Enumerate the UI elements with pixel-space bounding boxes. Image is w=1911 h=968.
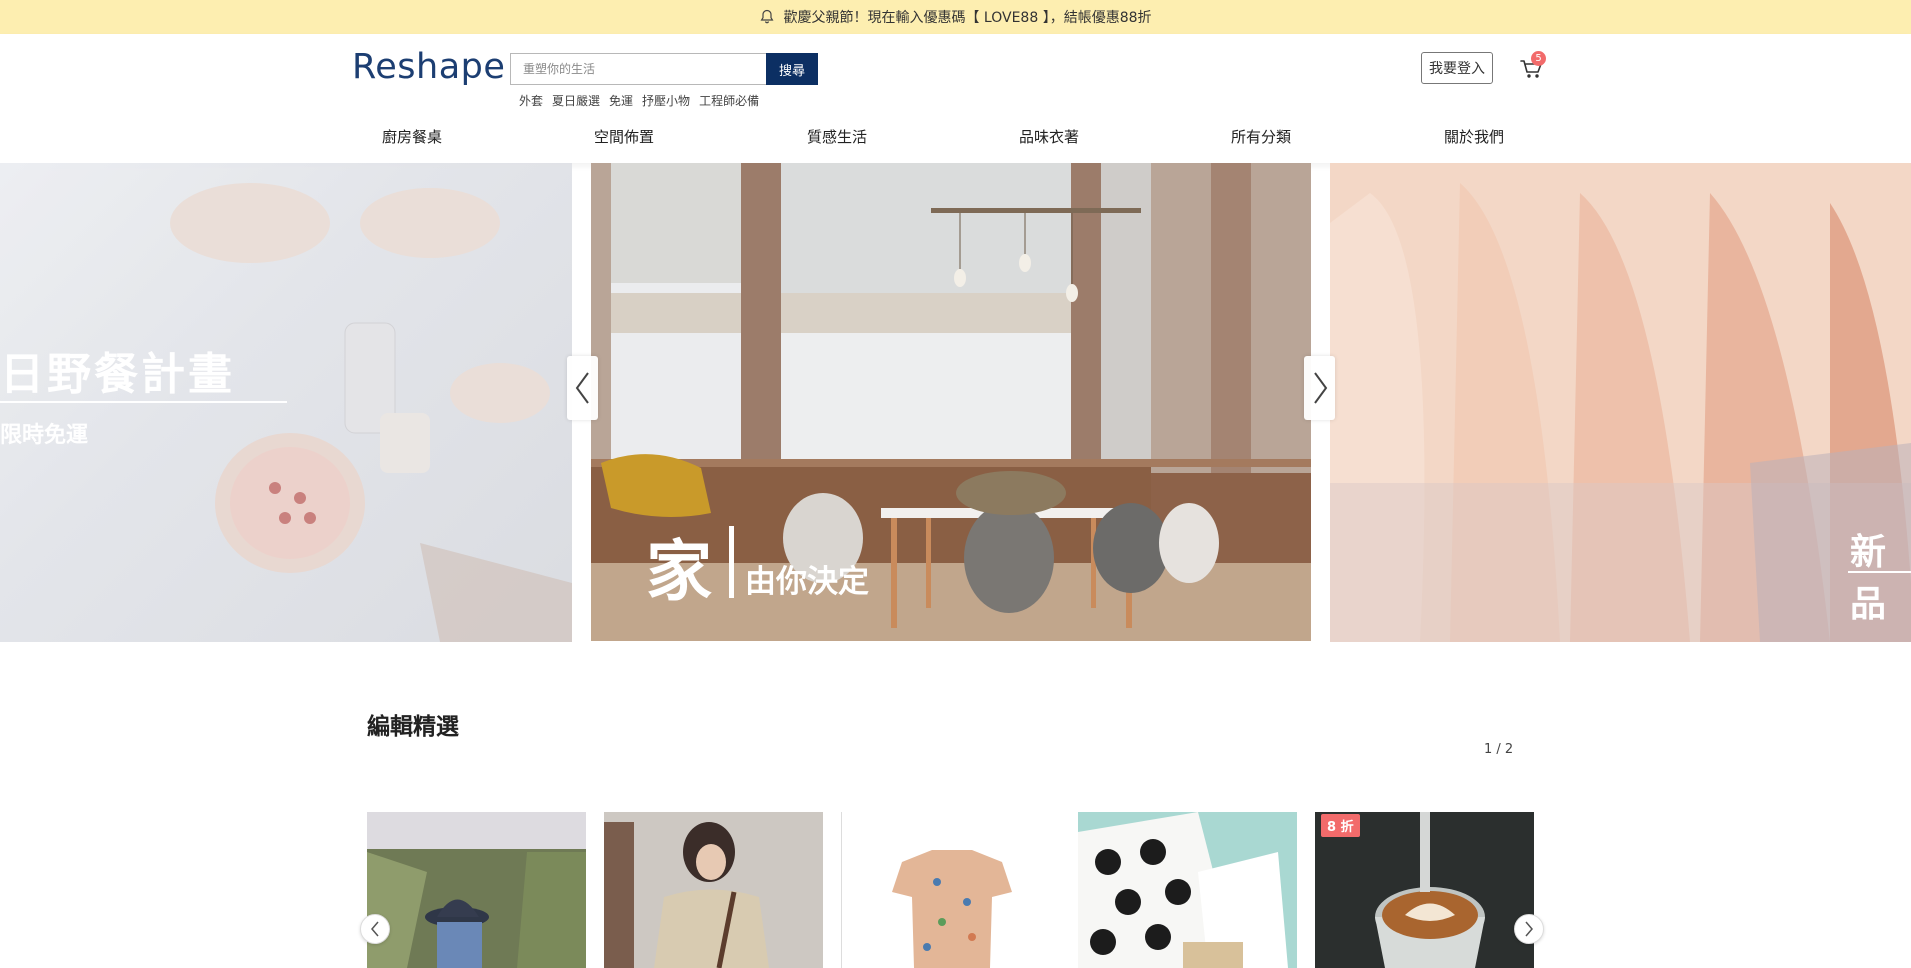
search-button[interactable]: 搜尋 [766, 53, 818, 85]
section-title: 編輯精選 [367, 714, 459, 740]
product-card[interactable] [841, 812, 1060, 968]
section-pager: 1 / 2 [1484, 742, 1514, 757]
hero-next-button[interactable] [1304, 356, 1335, 420]
hot-tag[interactable]: 免運 [609, 92, 633, 109]
nav-item-living[interactable]: 質感生活 [767, 126, 907, 147]
hero-right-divider [1848, 571, 1911, 573]
product-image [842, 812, 1060, 968]
site-logo[interactable]: Reshape [352, 47, 505, 87]
nav-item-all[interactable]: 所有分類 [1191, 126, 1331, 147]
announcement-bar: 歡慶父親節！現在輸入優惠碼【 LOVE88 】，結帳優惠88折 [0, 0, 1911, 34]
hot-tags: 外套 夏日嚴選 免運 抒壓小物 工程師必備 [519, 92, 759, 109]
hero-slide-picnic[interactable]: 日野餐計畫 限時免運 [0, 163, 572, 642]
product-card[interactable] [1078, 812, 1297, 968]
search-bar: 搜尋 [510, 53, 818, 85]
cart-count-badge: 5 [1531, 51, 1546, 66]
product-card[interactable]: 8 折 [1315, 812, 1534, 968]
chevron-left-icon [371, 921, 379, 937]
chevron-left-icon [575, 372, 589, 404]
chevron-right-icon [1525, 921, 1533, 937]
hot-tag[interactable]: 工程師必備 [699, 92, 759, 109]
hero-left-divider [0, 401, 287, 403]
search-input[interactable] [510, 53, 766, 85]
site-header: Reshape 搜尋 外套 夏日嚴選 免運 抒壓小物 工程師必備 我要登入 5 … [0, 34, 1911, 163]
hot-tag[interactable]: 夏日嚴選 [552, 92, 600, 109]
hero-carousel: 日野餐計畫 限時免運 家 由你決定 新品 [0, 163, 1911, 643]
products-next-button[interactable] [1514, 914, 1544, 944]
product-card[interactable] [604, 812, 823, 968]
main-nav: 廚房餐桌 空間佈置 質感生活 品味衣著 所有分類 關於我們 [0, 126, 1911, 152]
hero-left-title: 日野餐計畫 [0, 349, 235, 400]
hot-tag[interactable]: 外套 [519, 92, 543, 109]
chevron-right-icon [1313, 372, 1327, 404]
hot-tag[interactable]: 抒壓小物 [642, 92, 690, 109]
hero-left-subtitle: 限時免運 [0, 423, 89, 448]
product-carousel: 8 折 [367, 812, 1536, 968]
hangers-image [1330, 163, 1911, 642]
product-image [604, 812, 823, 968]
hero-slide-home[interactable]: 家 由你決定 [591, 163, 1311, 641]
login-button[interactable]: 我要登入 [1421, 52, 1493, 84]
hero-prev-button[interactable] [567, 356, 598, 420]
product-image [1078, 812, 1297, 968]
products-prev-button[interactable] [360, 914, 390, 944]
nav-item-about[interactable]: 關於我們 [1404, 126, 1544, 147]
nav-item-clothing[interactable]: 品味衣著 [979, 126, 1119, 147]
discount-badge: 8 折 [1321, 814, 1360, 837]
bell-icon [761, 9, 774, 24]
hero-center-small: 由你決定 [745, 564, 869, 600]
hero-right-title: 新品 [1850, 532, 1889, 625]
nav-item-kitchen[interactable]: 廚房餐桌 [342, 126, 482, 147]
hero-center-big: 家 [646, 533, 712, 610]
hero-slide-clothing[interactable]: 新品 [1330, 163, 1911, 642]
hero-center-divider [729, 526, 734, 598]
product-card[interactable] [367, 812, 586, 968]
product-image [367, 812, 586, 968]
announcement-text: 歡慶父親節！現在輸入優惠碼【 LOVE88 】，結帳優惠88折 [783, 10, 1152, 26]
nav-item-space[interactable]: 空間佈置 [554, 126, 694, 147]
